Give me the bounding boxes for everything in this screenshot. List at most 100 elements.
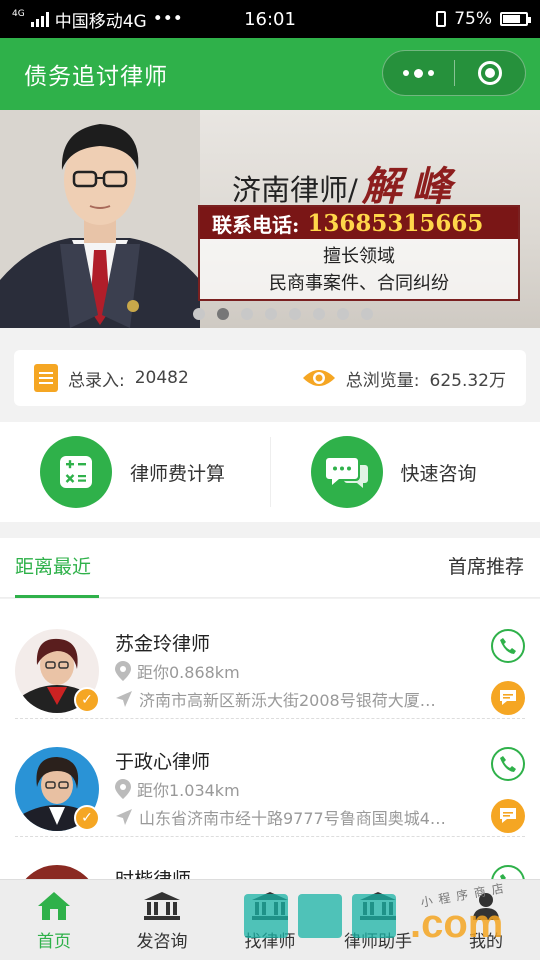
tab-profile-label: 我的 [469, 931, 503, 952]
entries-value: 20482 [134, 368, 189, 388]
navigation-arrow-icon [116, 691, 132, 707]
location-pin-icon [115, 661, 131, 681]
library-icon [250, 889, 290, 923]
banner-contact-box: 联系电话: 13685315665 擅长领域 民商事案件、合同纠纷 [198, 205, 520, 301]
carrier-dots: ••• [152, 9, 183, 29]
chat-bubbles-icon [310, 436, 383, 508]
status-bar: 4G 中国移动4G ••• 16:01 75% [0, 0, 540, 38]
lawyer-distance-text: 距你1.034km [137, 781, 240, 800]
call-button[interactable] [491, 747, 525, 781]
signal-icon [30, 11, 49, 27]
app-header: 债务追讨律师 [0, 38, 540, 110]
tab-home[interactable]: 首页 [0, 880, 108, 960]
message-icon [500, 690, 516, 705]
tab-find-lawyer[interactable]: 找律师 [216, 880, 324, 960]
lawyer-list-item[interactable]: ✓ 苏金玲律师 距你0.868km 济南市高新区新泺大街2008号银荷大厦… [0, 599, 540, 719]
lawyer-name: 苏金玲律师 [115, 633, 211, 655]
banner-carousel[interactable]: 济南律师/解峰 联系电话: 13685315665 擅长领域 民商事案件、合同纠… [0, 110, 540, 328]
lawyer-distance: 距你1.034km [115, 777, 240, 801]
tab-ask[interactable]: 发咨询 [108, 880, 216, 960]
carousel-dot[interactable] [337, 308, 349, 320]
chat-button[interactable] [491, 681, 525, 715]
entries-stat: 总录入: 20482 [34, 364, 189, 392]
verified-badge-icon: ✓ [74, 687, 100, 713]
avatar [15, 865, 99, 879]
banner-lawyer-name: 解峰 [361, 163, 462, 210]
lawyer-address: 山东省济南市经十路9777号鲁商国奥城4… [115, 805, 475, 829]
document-icon [34, 364, 58, 392]
lawyer-list-item[interactable]: ✓ 于政心律师 距你1.034km 山东省济南市经十路9777号鲁商国奥城4… [0, 717, 540, 837]
close-miniprogram-button[interactable] [455, 51, 526, 95]
lawyer-name: 于政心律师 [115, 751, 211, 773]
phone-icon [500, 756, 516, 772]
lawyer-name: 时楷律师 [115, 865, 191, 879]
verified-badge-icon: ✓ [74, 805, 100, 831]
carousel-indicator [193, 308, 373, 320]
tab-assistant-label: 律师助手 [344, 931, 412, 952]
message-icon [500, 808, 516, 823]
status-right: 75% [436, 9, 531, 29]
battery-percent: 75% [454, 9, 492, 29]
views-label: 总浏览量: [345, 370, 420, 391]
quick-tools: 律师费计算 快速咨询 [0, 422, 540, 522]
phone-number: 13685315665 [307, 209, 484, 237]
tab-profile[interactable]: 我的 [432, 880, 540, 960]
specialty-label: 擅长领域 [323, 246, 395, 267]
tab-ask-label: 发咨询 [136, 931, 188, 952]
lawyer-address-text: 山东省济南市经十路9777号鲁商国奥城4… [139, 809, 446, 828]
entries-label: 总录入: [68, 370, 125, 391]
banner-title-prefix: 济南律师/ [232, 173, 358, 207]
carrier-name: 中国移动4G [54, 11, 147, 32]
vibrate-icon [436, 11, 447, 27]
miniprogram-capsule [382, 50, 526, 96]
navigation-arrow-icon [116, 809, 132, 825]
home-icon [34, 889, 74, 923]
lawyer-tabs: 距离最近 首席推荐 [0, 538, 540, 598]
carousel-dot[interactable] [265, 308, 277, 320]
banner-phone-row: 联系电话: 13685315665 [200, 207, 518, 239]
network-type: 4G [12, 8, 25, 19]
fee-calculator-button[interactable]: 律师费计算 [0, 422, 270, 522]
tab-find-lawyer-label: 找律师 [244, 931, 296, 952]
more-menu-button[interactable] [383, 51, 454, 95]
tab-home-label: 首页 [37, 931, 71, 952]
specialty-value: 民商事案件、合同纠纷 [269, 273, 449, 294]
lawyer-distance: 距你0.868km [115, 659, 240, 683]
library-icon [142, 889, 182, 923]
views-value: 625.32万 [429, 370, 506, 391]
carousel-dot[interactable] [193, 308, 205, 320]
tab-recommended[interactable]: 首席推荐 [448, 538, 524, 598]
page-title: 债务追讨律师 [24, 64, 168, 90]
stats-card: 总录入: 20482 总浏览量: 625.32万 [14, 350, 526, 406]
phone-icon [500, 638, 516, 654]
carousel-dot[interactable] [241, 308, 253, 320]
lawyer-list: ✓ 苏金玲律师 距你0.868km 济南市高新区新泺大街2008号银荷大厦… ✓ [0, 599, 540, 879]
location-pin-icon [115, 779, 131, 799]
battery-icon [500, 12, 531, 26]
quick-consult-label: 快速咨询 [400, 462, 477, 485]
eye-icon [302, 370, 335, 386]
lawyer-address-text: 济南市高新区新泺大街2008号银荷大厦… [139, 691, 436, 710]
lawyer-distance-text: 距你0.868km [137, 663, 240, 682]
lawyer-address: 济南市高新区新泺大街2008号银荷大厦… [115, 687, 475, 711]
quick-consult-button[interactable]: 快速咨询 [271, 422, 540, 522]
carousel-dot[interactable] [289, 308, 301, 320]
lawyer-list-item[interactable]: 时楷律师 [0, 835, 540, 879]
call-button[interactable] [491, 865, 525, 879]
views-stat: 总浏览量: 625.32万 [302, 366, 506, 391]
person-icon [466, 889, 506, 923]
target-icon [477, 61, 502, 85]
library-icon [358, 889, 398, 923]
call-button[interactable] [491, 629, 525, 663]
tab-nearest[interactable]: 距离最近 [15, 538, 99, 598]
bottom-tab-bar: 首页 发咨询 找律师 律师助手 我的 [0, 879, 540, 960]
carousel-dot[interactable] [217, 308, 229, 320]
carousel-dot[interactable] [313, 308, 325, 320]
chat-button[interactable] [491, 799, 525, 833]
carousel-dot[interactable] [361, 308, 373, 320]
phone-label: 联系电话: [212, 212, 300, 237]
lawyer-portrait-image [0, 110, 200, 328]
calculator-icon [40, 436, 112, 508]
fee-calculator-label: 律师费计算 [130, 462, 226, 485]
tab-assistant[interactable]: 律师助手 [324, 880, 432, 960]
